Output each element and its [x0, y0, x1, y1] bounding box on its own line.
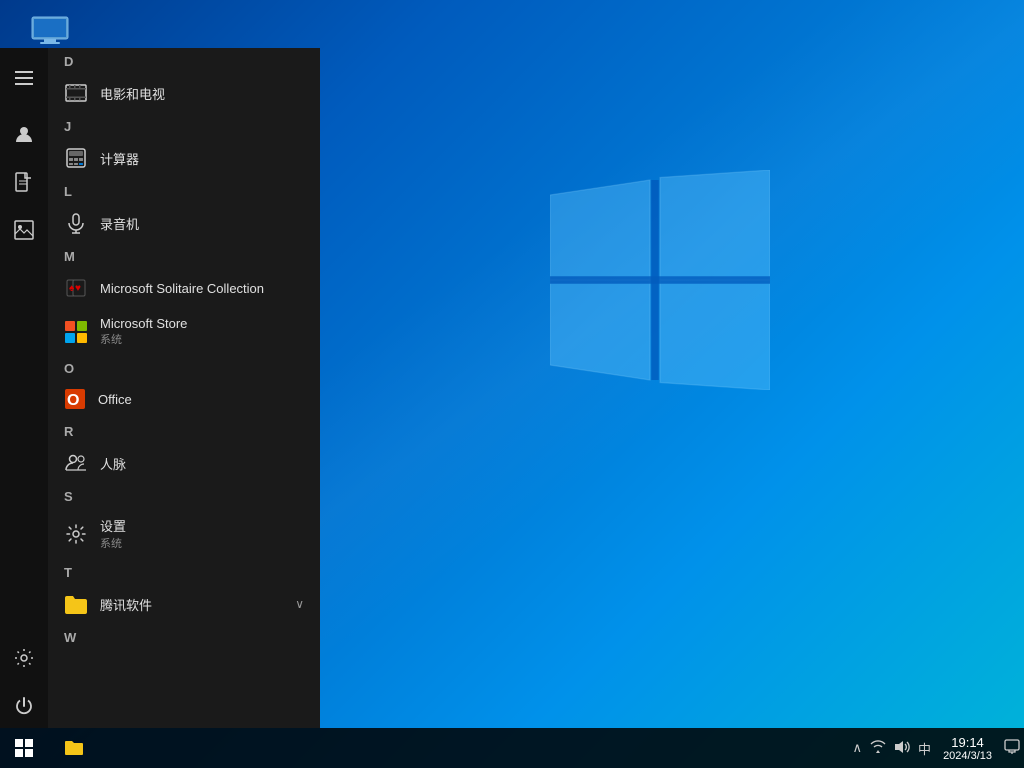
app-tencent-folder-label: 腾讯软件 — [100, 595, 152, 614]
section-header-w: W — [48, 624, 320, 649]
app-movie-tv[interactable]: 电影和电视 — [48, 73, 320, 113]
app-calculator-label: 计算器 — [100, 149, 139, 168]
solitaire-icon: ♠ ♥ — [64, 276, 88, 300]
my-computer-icon — [30, 15, 70, 47]
clock-date: 2024/3/13 — [943, 750, 992, 762]
app-ms-store-sub: 系统 — [100, 331, 187, 347]
desktop: 此电脑 D — [0, 0, 1024, 768]
folder-left: 腾讯软件 — [64, 592, 152, 616]
app-office[interactable]: O Office — [48, 380, 320, 418]
user-profile-button[interactable] — [2, 112, 46, 156]
app-voice-recorder[interactable]: 录音机 — [48, 203, 320, 243]
section-header-j: J — [48, 113, 320, 138]
svg-text:♥: ♥ — [75, 283, 81, 294]
app-calculator[interactable]: 计算器 — [48, 138, 320, 178]
app-people[interactable]: 人脉 — [48, 443, 320, 483]
tray-volume-icon[interactable] — [890, 740, 914, 757]
app-solitaire-label: Microsoft Solitaire Collection — [100, 281, 264, 296]
settings-sidebar-button[interactable] — [2, 636, 46, 680]
taskbar-file-explorer[interactable] — [52, 728, 96, 768]
app-ms-store[interactable]: Microsoft Store 系统 — [48, 308, 320, 355]
app-ms-store-label: Microsoft Store — [100, 316, 187, 331]
app-settings-label: 设置 — [100, 516, 126, 535]
app-voice-recorder-label: 录音机 — [100, 214, 139, 233]
tray-ime-button[interactable]: 中 — [914, 739, 935, 758]
hamburger-menu-button[interactable] — [2, 56, 46, 100]
windows-logo — [550, 170, 770, 390]
office-icon: O — [64, 388, 86, 410]
app-movie-tv-label: 电影和电视 — [100, 84, 165, 103]
folder-expand-chevron: ∨ — [295, 597, 304, 611]
section-header-m: M — [48, 243, 320, 268]
tray-network-icon[interactable] — [866, 740, 890, 757]
section-header-o: O — [48, 355, 320, 380]
section-header-d: D — [48, 48, 320, 73]
app-list: D 电影和电视 J 计算器 L 录音机 — [48, 48, 320, 728]
folder-icon — [64, 592, 88, 616]
people-icon — [64, 451, 88, 475]
taskbar: ∧ 中 19:14 2024/3/1 — [0, 728, 1024, 768]
section-header-t: T — [48, 559, 320, 584]
start-button[interactable] — [0, 728, 48, 768]
section-header-r: R — [48, 418, 320, 443]
tray-expand-button[interactable]: ∧ — [849, 740, 867, 756]
settings-icon — [64, 522, 88, 546]
app-tencent-folder[interactable]: 腾讯软件 ∨ — [48, 584, 320, 624]
notification-center-button[interactable] — [1000, 739, 1024, 758]
app-settings-sub: 系统 — [100, 535, 126, 551]
section-header-l: L — [48, 178, 320, 203]
clock-display[interactable]: 19:14 2024/3/13 — [935, 728, 1000, 768]
section-header-s: S — [48, 483, 320, 508]
app-settings[interactable]: 设置 系统 — [48, 508, 320, 559]
app-people-label: 人脉 — [100, 454, 126, 473]
start-menu-sidebar — [0, 48, 48, 728]
movie-icon — [64, 81, 88, 105]
svg-text:O: O — [67, 392, 79, 409]
app-ms-store-info: Microsoft Store 系统 — [100, 316, 187, 347]
power-button[interactable] — [2, 684, 46, 728]
app-settings-info: 设置 系统 — [100, 516, 126, 551]
photos-button[interactable] — [2, 208, 46, 252]
microphone-icon — [64, 211, 88, 235]
taskbar-pinned-icons — [52, 728, 96, 768]
ms-store-icon — [64, 320, 88, 344]
calculator-icon — [64, 146, 88, 170]
app-office-label: Office — [98, 392, 132, 407]
system-tray: ∧ 中 19:14 2024/3/1 — [849, 728, 1024, 768]
documents-button[interactable] — [2, 160, 46, 204]
clock-time: 19:14 — [951, 735, 984, 750]
start-menu: D 电影和电视 J 计算器 L 录音机 — [0, 48, 320, 728]
app-solitaire[interactable]: ♠ ♥ Microsoft Solitaire Collection — [48, 268, 320, 308]
